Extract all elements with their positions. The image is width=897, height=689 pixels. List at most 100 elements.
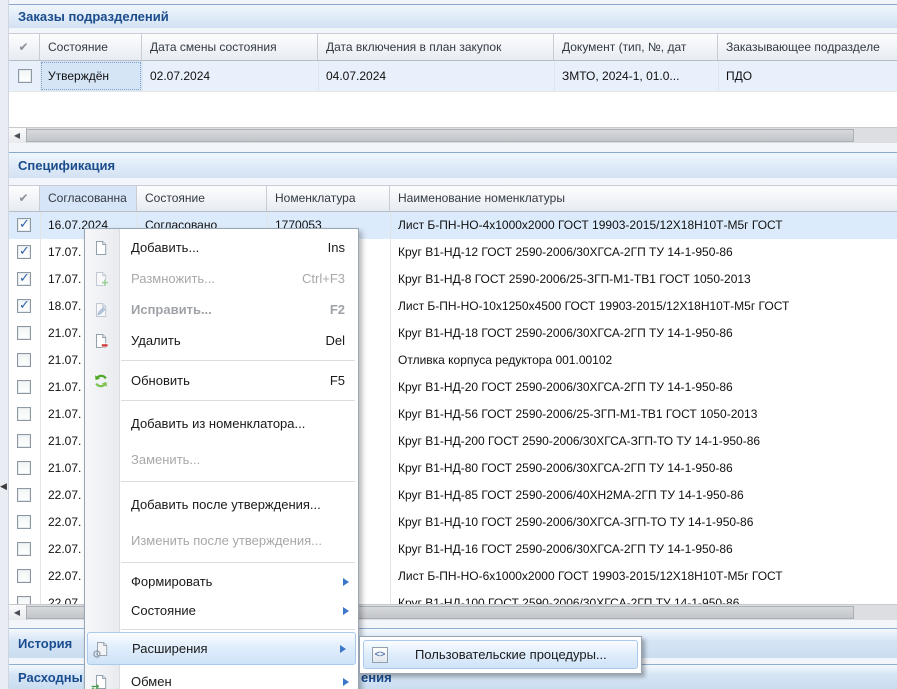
menu-item-shortcut: F2 [330,302,358,317]
menu-item-label: Добавить из номенклатора... [131,416,305,431]
menu-item-change-after-approval: Изменить после утверждения... [85,522,358,558]
menu-item-delete[interactable]: Удалить Del [85,325,358,356]
exchange-arrows-icon: ⇄ [91,683,99,689]
splitter-collapse-icon[interactable]: ◀ [0,480,8,492]
menu-item-label: Обмен [131,674,172,689]
menu-item-replace: Заменить... [85,441,358,477]
menu-item-shortcut: F5 [330,373,358,388]
expense-panel-label: Расходны [18,670,83,685]
table-row[interactable]: Утверждён 02.07.2024 04.07.2024 ЗМТО, 20… [8,61,897,92]
cell-name: Круг В1-НД-100 ГОСТ 2590-2006/30ХГСА-2ГП… [390,590,897,604]
menu-item-add-after-approval[interactable]: Добавить после утверждения... [85,486,358,522]
column-header-agreed[interactable]: Согласованна [40,186,137,211]
menu-item-label: Добавить... [131,240,199,255]
app-window: Заказы подразделений ✔ Состояние Дата см… [0,0,897,689]
select-all-column-header[interactable]: ✔ [8,34,40,60]
orders-panel-title-label: Заказы подразделений [18,9,169,24]
menu-item-label: Исправить... [131,302,212,317]
menu-item-state[interactable]: Состояние [85,596,358,625]
menu-item-label: Формировать [131,574,212,589]
menu-item-extensions[interactable]: ⚙ Расширения [87,632,356,665]
row-checkbox[interactable] [17,299,31,313]
cell-name: Круг В1-НД-80 ГОСТ 2590-2006/30ХГСА-2ГП … [390,455,897,482]
submenu-arrow-icon [340,645,346,653]
menu-item-label: Удалить [131,333,181,348]
menu-item-label: Добавить после утверждения... [131,497,321,512]
row-checkbox[interactable] [17,326,31,340]
menu-item-shortcut: Del [325,333,358,348]
menu-item-duplicate: Размножить... Ctrl+F3 [85,263,358,294]
menu-separator [85,477,358,486]
cell-name: Лист Б-ПН-НО-4х1000х2000 ГОСТ 19903-2015… [390,212,897,239]
menu-item-edit: Исправить... F2 [85,294,358,325]
cell-state: Утверждён [40,61,142,91]
cell-name: Круг В1-НД-85 ГОСТ 2590-2006/40ХН2МА-2ГП… [390,482,897,509]
orders-panel-title: Заказы подразделений [8,4,897,28]
menu-item-refresh[interactable]: Обновить F5 [85,365,358,396]
menu-item-label: Пользовательские процедуры... [415,647,607,662]
extensions-icon: ⚙ [94,641,110,657]
column-header-department[interactable]: Заказывающее подразделе [718,34,897,60]
extensions-submenu: <> Пользовательские процедуры... [359,636,642,674]
row-checkbox[interactable] [17,407,31,421]
row-checkbox[interactable] [17,488,31,502]
cell-name: Круг В1-НД-56 ГОСТ 2590-2006/25-ЗГП-М1-Т… [390,401,897,428]
scroll-left-button[interactable]: ◀ [8,128,27,143]
document-new-icon [93,240,109,256]
exchange-icon: ⇄ [93,674,109,689]
scrollbar-thumb[interactable] [26,129,854,142]
menu-separator [85,396,358,405]
column-header-state[interactable]: Состояние [40,34,142,60]
cell-document: ЗМТО, 2024-1, 01.0... [554,61,718,91]
menu-item-add[interactable]: Добавить... Ins [85,232,358,263]
submenu-arrow-icon [343,678,349,686]
user-procedures-icon: <> [372,647,388,663]
scroll-left-arrow-icon: ◀ [14,608,20,617]
scroll-left-button[interactable]: ◀ [8,605,27,620]
cell-plan-include-date: 04.07.2024 [318,61,554,91]
submenu-arrow-icon [343,578,349,586]
cell-name: Круг В1-НД-12 ГОСТ 2590-2006/30ХГСА-2ГП … [390,239,897,266]
row-checkbox[interactable] [17,596,31,604]
orders-horizontal-scrollbar[interactable]: ◀ [8,127,897,143]
row-checkbox[interactable] [17,569,31,583]
spec-panel-title-label: Спецификация [18,158,115,173]
column-header-plan-include-date[interactable]: Дата включения в план закупок [318,34,554,60]
menu-separator [85,356,358,365]
row-checkbox[interactable] [18,69,32,83]
menu-item-form[interactable]: Формировать [85,567,358,596]
checkmark-icon: ✔ [18,40,28,54]
menu-item-label: Заменить... [131,452,200,467]
menu-item-exchange[interactable]: ⇄ Обмен [85,665,358,689]
checkmark-icon: ✔ [18,191,28,205]
column-header-state[interactable]: Состояние [137,186,267,211]
cell-name: Круг В1-НД-20 ГОСТ 2590-2006/30ХГСА-2ГП … [390,374,897,401]
cell-name: Круг В1-НД-200 ГОСТ 2590-2006/30ХГСА-ЗГП… [390,428,897,455]
context-menu: Добавить... Ins Размножить... Ctrl+F3 Ис… [84,228,359,689]
cell-name: Лист Б-ПН-НО-6х1000х2000 ГОСТ 19903-2015… [390,563,897,590]
column-header-document[interactable]: Документ (тип, №, дат [554,34,718,60]
row-checkbox[interactable] [17,461,31,475]
row-checkbox[interactable] [17,272,31,286]
menu-item-add-from-nomenclator[interactable]: Добавить из номенклатора... [85,405,358,441]
menu-item-label: Состояние [131,603,196,618]
menu-item-shortcut: Ins [328,240,358,255]
row-checkbox[interactable] [17,380,31,394]
gear-icon: ⚙ [92,648,102,661]
menu-item-shortcut: Ctrl+F3 [302,271,358,286]
row-checkbox[interactable] [17,245,31,259]
row-checkbox[interactable] [17,218,31,232]
left-splitter[interactable] [0,0,9,689]
orders-grid-header: ✔ Состояние Дата смены состояния Дата вк… [8,33,897,61]
document-duplicate-icon [93,271,109,287]
column-header-state-change-date[interactable]: Дата смены состояния [142,34,318,60]
row-checkbox[interactable] [17,542,31,556]
column-header-nomenclature-name[interactable]: Наименование номенклатуры [390,186,897,211]
column-header-nomenclature[interactable]: Номенклатура [267,186,390,211]
select-all-column-header[interactable]: ✔ [8,186,40,211]
menu-item-user-procedures[interactable]: <> Пользовательские процедуры... [363,640,638,669]
row-checkbox[interactable] [17,434,31,448]
row-checkbox[interactable] [17,353,31,367]
row-checkbox[interactable] [17,515,31,529]
cell-name: Отливка корпуса редуктора 001.00102 [390,347,897,374]
